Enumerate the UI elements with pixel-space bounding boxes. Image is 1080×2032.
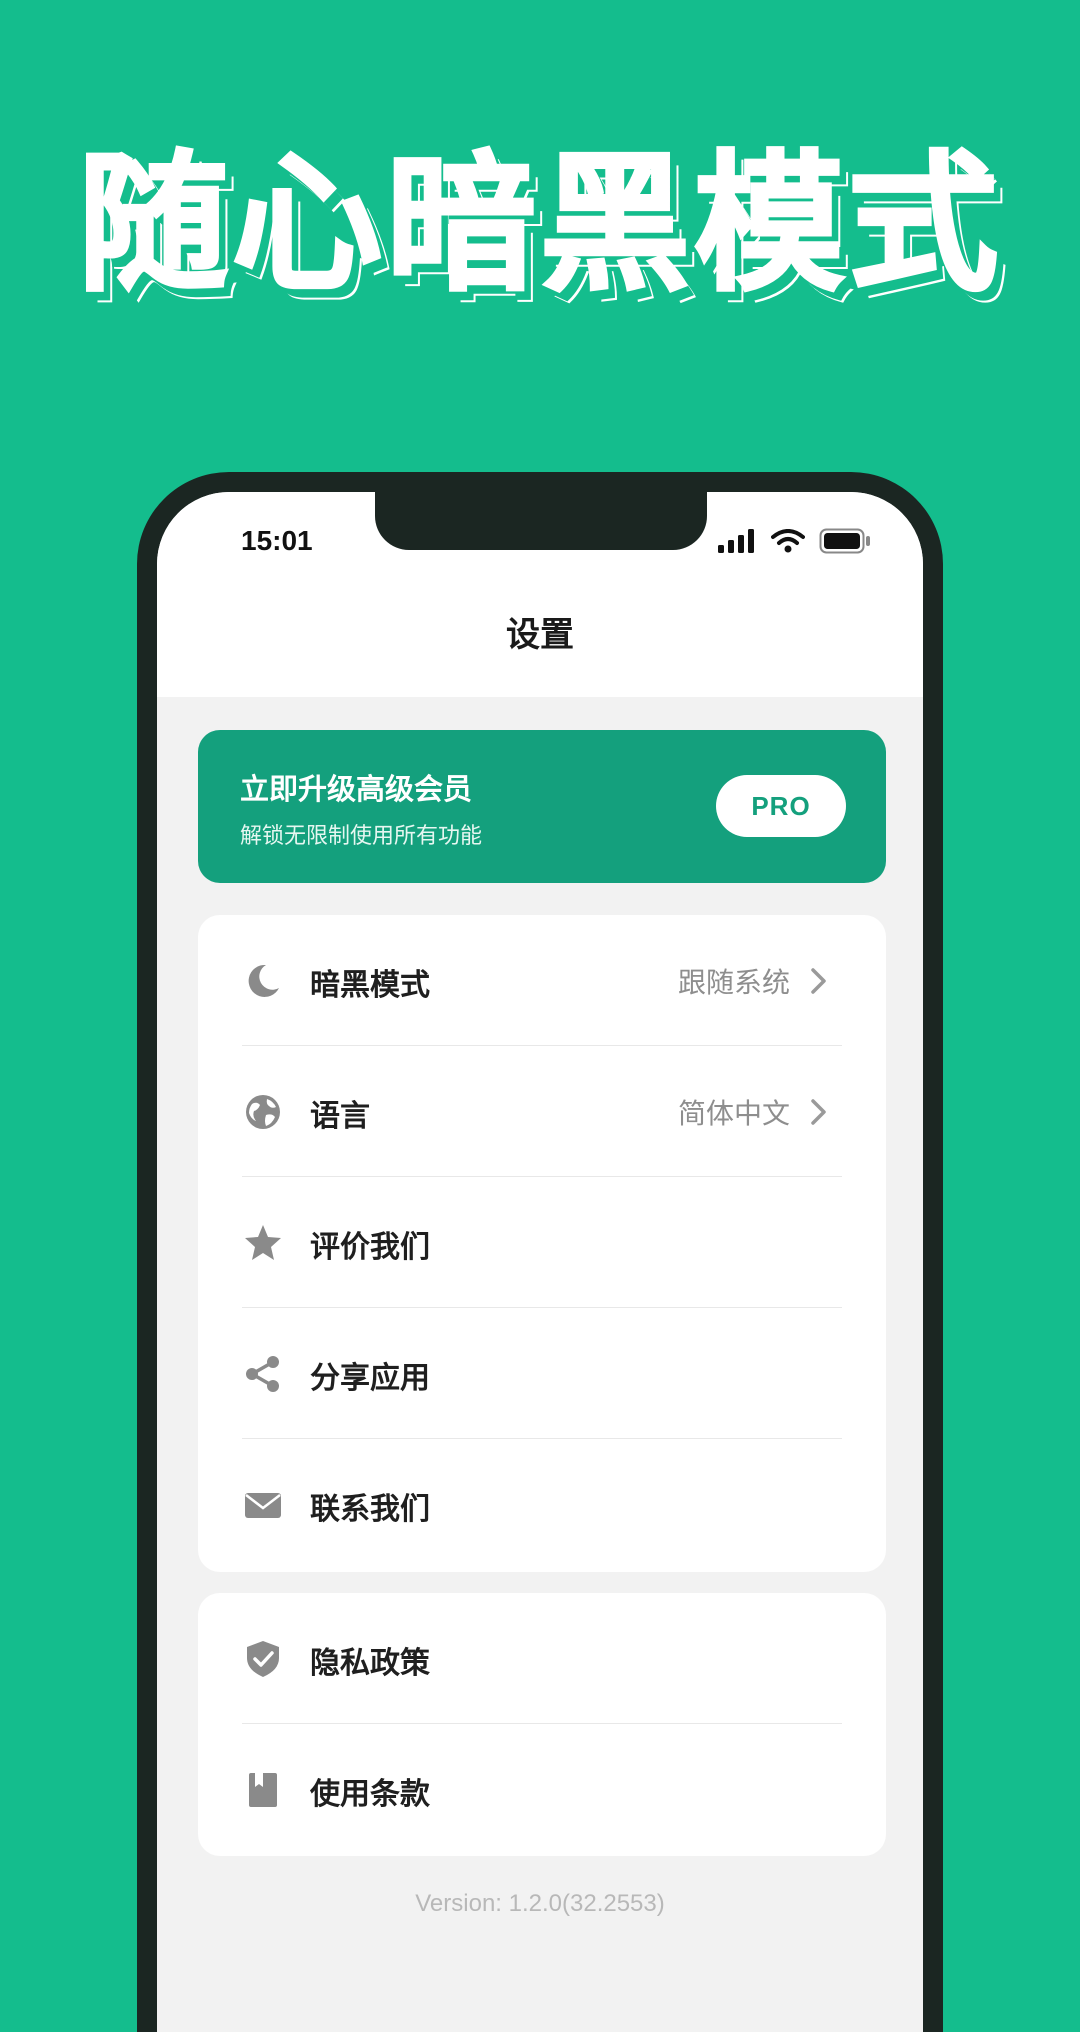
settings-row-terms-of-use[interactable]: 使用条款 (198, 1724, 886, 1855)
wifi-icon (771, 529, 805, 553)
status-icons (717, 528, 871, 554)
chevron-right-icon (811, 1099, 826, 1125)
status-time: 15:01 (241, 525, 313, 556)
mail-icon (245, 1493, 281, 1518)
settings-row-label: 联系我们 (310, 1492, 430, 1527)
settings-row-label: 评价我们 (310, 1230, 430, 1265)
settings-row-label: 隐私政策 (310, 1646, 430, 1681)
star-icon (245, 1225, 281, 1260)
pro-upgrade-banner[interactable]: 立即升级高级会员 解锁无限制使用所有功能 PRO (198, 730, 886, 883)
settings-row-dark-mode[interactable]: 暗黑模式 跟随系统 (198, 915, 886, 1046)
shield-icon (247, 1641, 279, 1677)
settings-row-label: 分享应用 (310, 1361, 430, 1396)
phone-notch (375, 492, 707, 550)
pro-banner-subtitle: 解锁无限制使用所有功能 (240, 824, 483, 849)
share-icon (246, 1356, 279, 1392)
phone-frame: 15:01 设置 立即升级高级会员 解锁无限制使用所有功能 PRO 暗黑模式 跟… (137, 472, 943, 2032)
settings-group-legal: 隐私政策 使用条款 (198, 1593, 886, 1856)
settings-row-value: 跟随系统 (677, 966, 790, 999)
cellular-signal-icon (718, 529, 754, 553)
moon-icon (248, 964, 279, 997)
page-title: 设置 (506, 615, 574, 655)
settings-row-value: 简体中文 (677, 1097, 790, 1130)
settings-row-label: 使用条款 (310, 1777, 430, 1812)
settings-row-privacy-policy[interactable]: 隐私政策 (198, 1593, 886, 1724)
promo-headline: 随心暗黑模式 (76, 138, 1002, 312)
globe-icon (246, 1095, 280, 1129)
settings-row-share-app[interactable]: 分享应用 (198, 1308, 886, 1439)
settings-row-language[interactable]: 语言 简体中文 (198, 1046, 886, 1177)
settings-row-label: 暗黑模式 (310, 968, 430, 1003)
chevron-right-icon (811, 968, 826, 994)
settings-row-label: 语言 (310, 1099, 370, 1134)
settings-row-contact-us[interactable]: 联系我们 (198, 1439, 886, 1570)
header-area: 15:01 设置 (157, 492, 923, 697)
settings-row-rate-us[interactable]: 评价我们 (198, 1177, 886, 1308)
battery-icon (819, 528, 870, 554)
pro-banner-title: 立即升级高级会员 (240, 772, 473, 806)
pro-button[interactable]: PRO (716, 775, 846, 837)
version-label: Version: 1.2.0(32.2553) (415, 1890, 665, 1917)
book-icon (249, 1773, 277, 1807)
phone-screen: 15:01 设置 立即升级高级会员 解锁无限制使用所有功能 PRO 暗黑模式 跟… (157, 492, 923, 2032)
settings-group-general: 暗黑模式 跟随系统 语言 简体中文 评价我们 分享应用 联系我们 (198, 915, 886, 1572)
